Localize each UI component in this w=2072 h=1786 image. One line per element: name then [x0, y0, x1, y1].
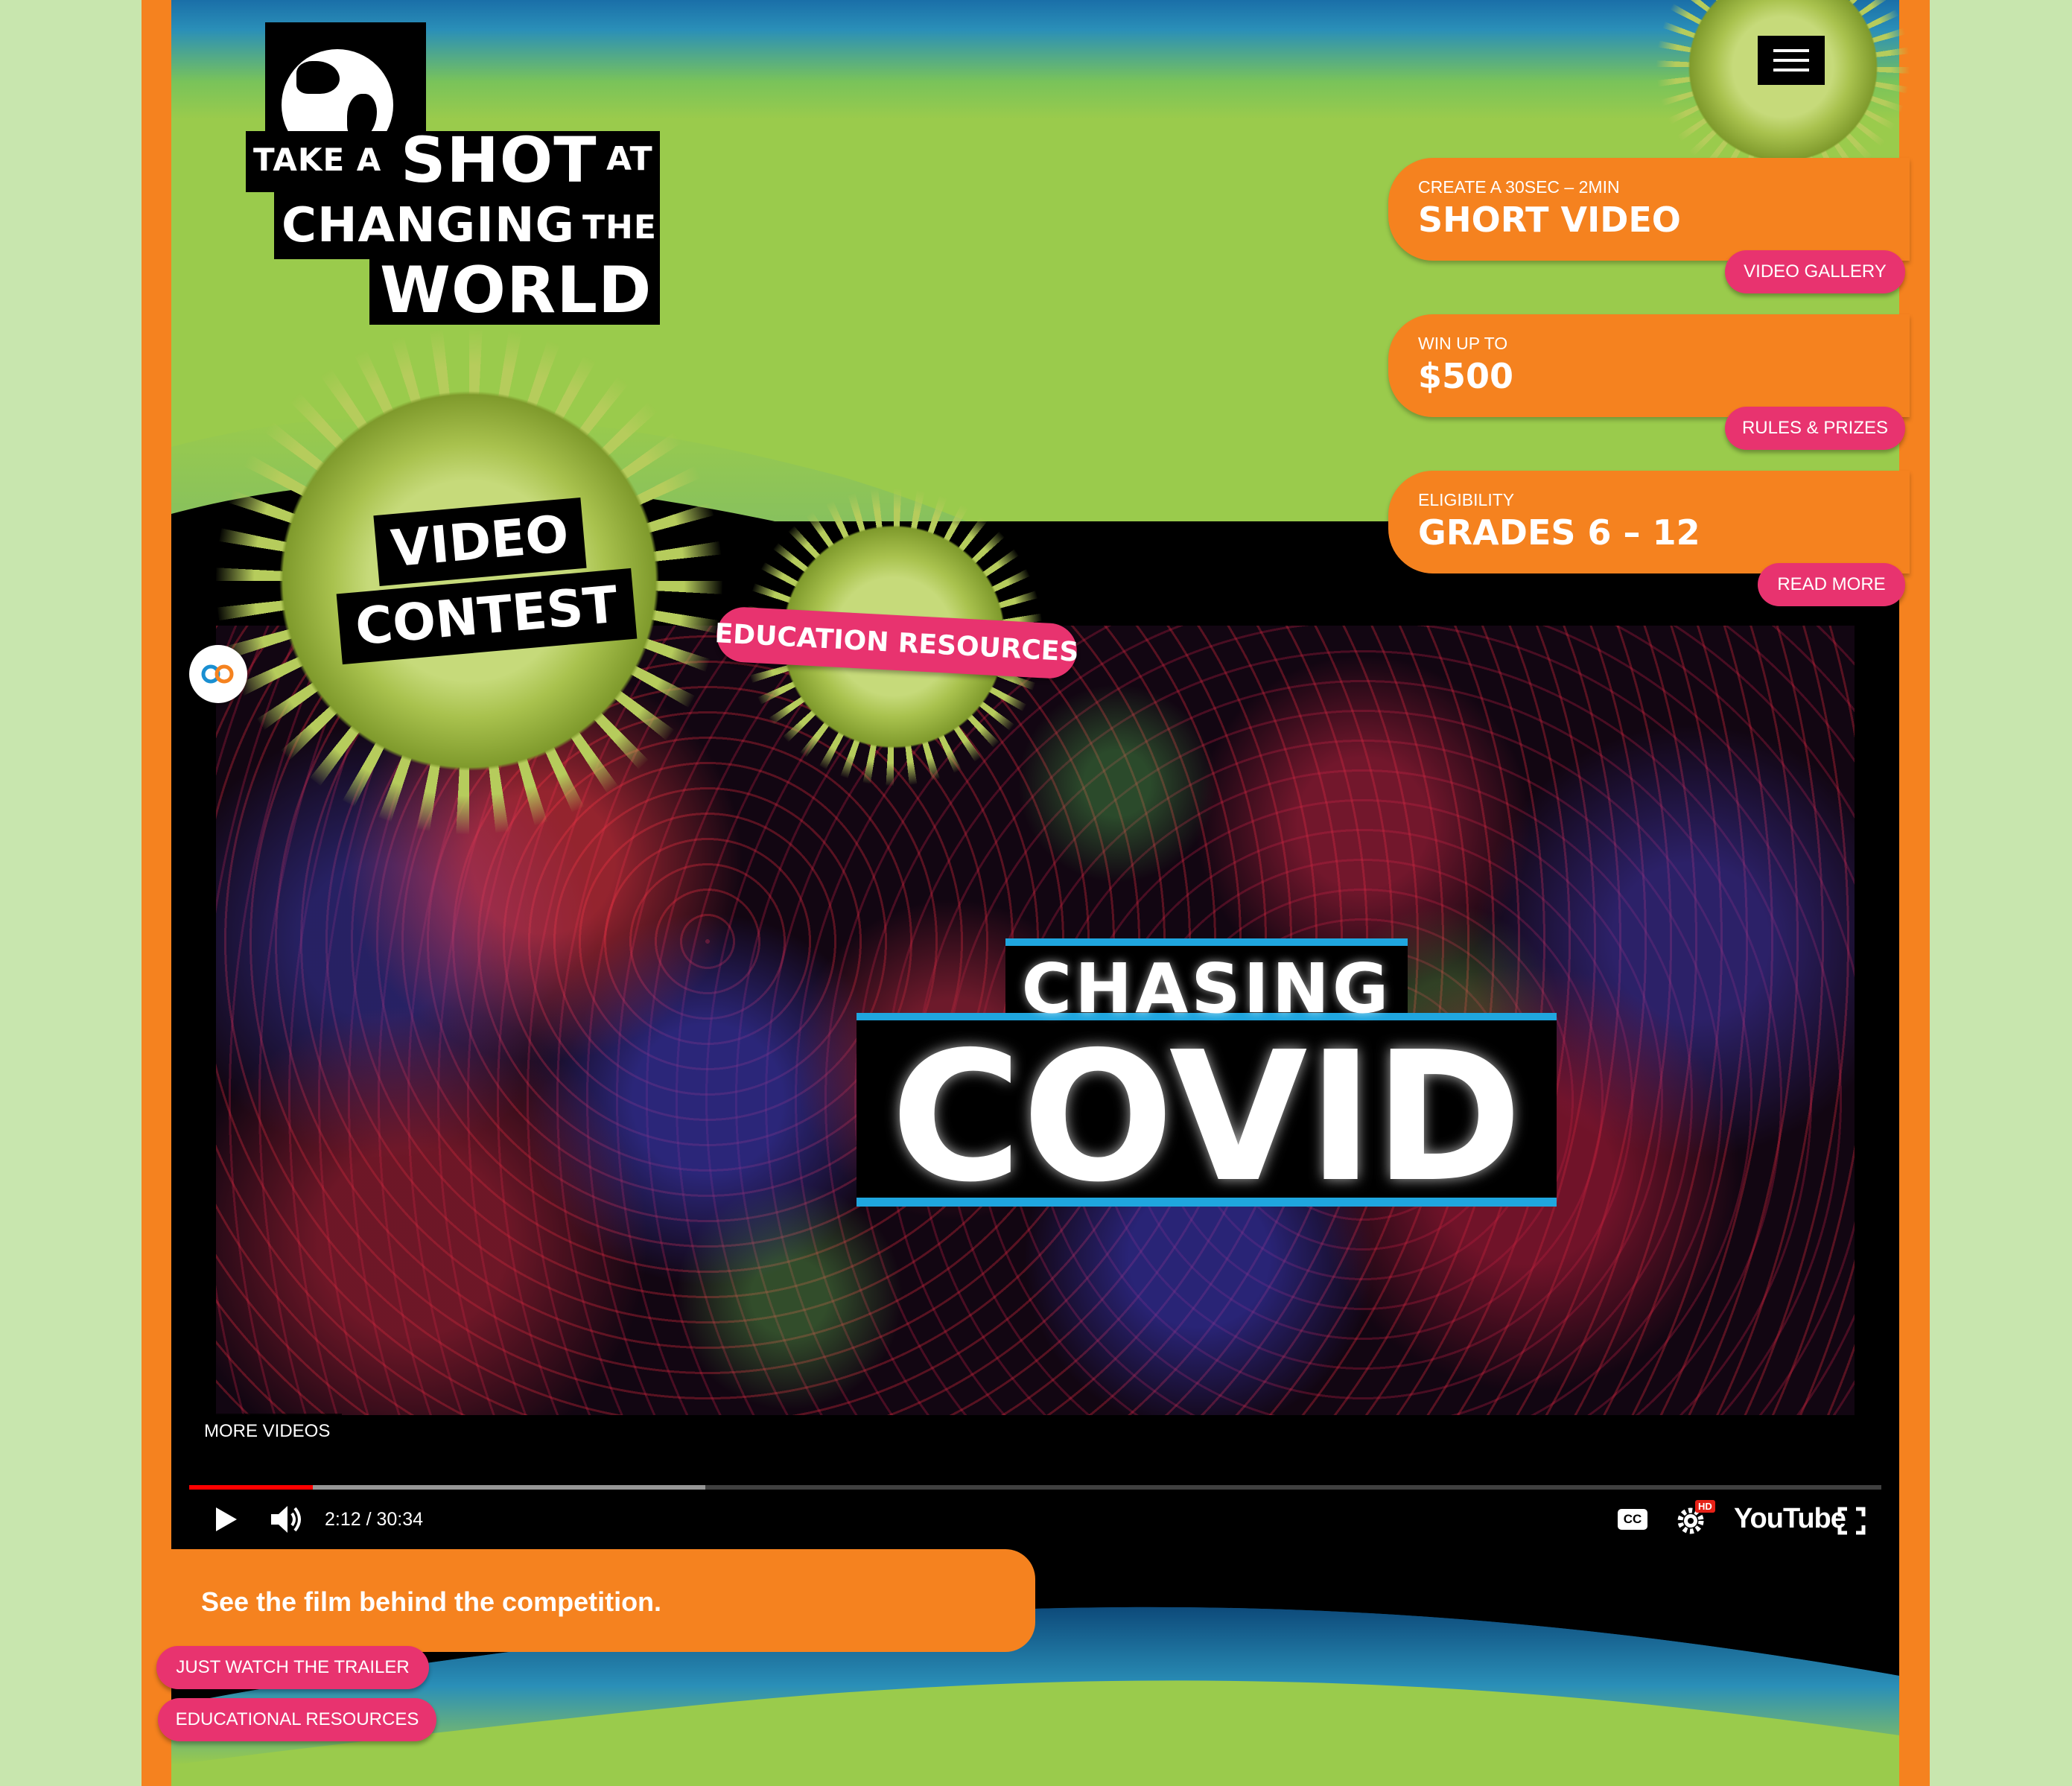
partner-logo-mark	[201, 664, 234, 684]
card-prize: WIN UP TO $500	[1388, 314, 1910, 417]
card-title: GRADES 6 – 12	[1418, 512, 1700, 553]
logo-shot: SHOT	[401, 124, 597, 197]
logo-at: AT	[606, 140, 653, 178]
video-progress-bar[interactable]	[189, 1485, 1881, 1490]
volume-icon[interactable]	[268, 1501, 305, 1537]
virus-icon	[216, 328, 722, 834]
video-time: 2:12 / 30:34	[325, 1509, 424, 1530]
play-icon[interactable]	[209, 1503, 241, 1536]
card-title: SHORT VIDEO	[1418, 200, 1681, 240]
film-blurb-text: See the film behind the competition.	[201, 1586, 662, 1617]
card-subtitle: WIN UP TO	[1418, 334, 1508, 353]
rules-prizes-button[interactable]: RULES & PRIZES	[1725, 407, 1905, 450]
video-title-bottom: COVID	[891, 1013, 1522, 1221]
youtube-logo[interactable]: YouTube	[1734, 1503, 1846, 1535]
video-title-card: CHASING COVID	[857, 938, 1557, 1221]
partner-logo[interactable]	[189, 645, 247, 703]
logo-world: WORLD	[380, 253, 652, 328]
more-videos-button[interactable]: MORE VIDEOS	[192, 1414, 343, 1449]
read-more-button[interactable]: READ MORE	[1758, 563, 1905, 606]
card-short-video: CREATE A 30SEC – 2MIN SHORT VIDEO	[1388, 158, 1910, 261]
menu-icon[interactable]	[1758, 36, 1825, 85]
progress-played	[189, 1485, 313, 1490]
hd-badge: HD	[1695, 1500, 1715, 1513]
captions-label: CC	[1623, 1512, 1642, 1526]
logo-changing: CHANGING	[282, 198, 576, 253]
site-logo[interactable]: TAKE A SHOT AT CHANGING THE WORLD	[246, 22, 663, 328]
video-gallery-button[interactable]: VIDEO GALLERY	[1725, 250, 1905, 293]
film-blurb: See the film behind the competition.	[142, 1549, 1035, 1652]
card-subtitle: ELIGIBILITY	[1418, 490, 1515, 509]
card-subtitle: CREATE A 30SEC – 2MIN	[1418, 177, 1620, 197]
card-title: $500	[1418, 356, 1514, 396]
fullscreen-icon[interactable]	[1837, 1506, 1866, 1536]
captions-icon[interactable]: CC	[1618, 1509, 1647, 1530]
card-eligibility: ELIGIBILITY GRADES 6 – 12	[1388, 471, 1910, 573]
logo-take-a: TAKE A	[253, 142, 382, 178]
title-accent-bar	[1005, 938, 1408, 946]
logo-the: THE	[582, 209, 657, 247]
educational-resources-button[interactable]: EDUCATIONAL RESOURCES	[158, 1698, 436, 1741]
watch-trailer-button[interactable]: JUST WATCH THE TRAILER	[156, 1646, 429, 1689]
